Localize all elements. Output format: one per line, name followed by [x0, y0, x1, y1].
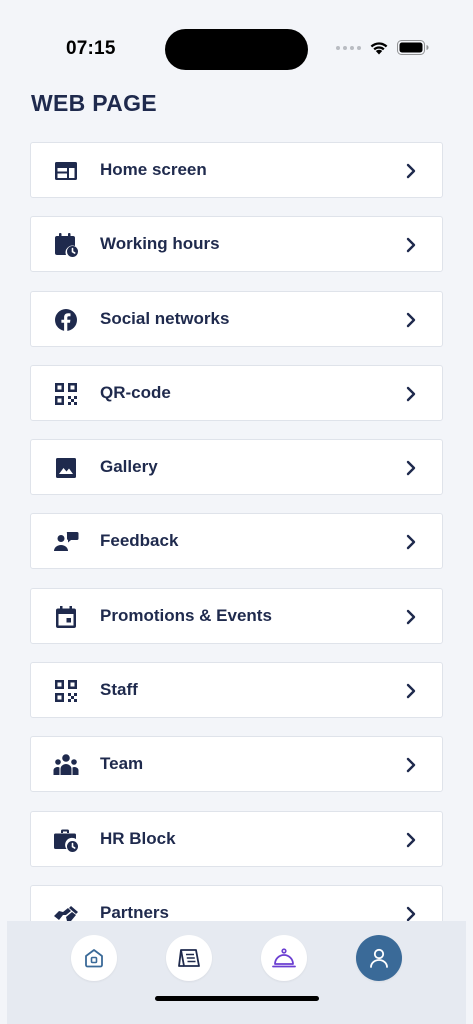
- menu-item-gallery[interactable]: Gallery: [30, 439, 443, 496]
- menu-item-label: Staff: [100, 680, 138, 700]
- menu-item-label: Partners: [100, 902, 169, 922]
- chevron-right-icon: [406, 312, 416, 327]
- nav-home-button[interactable]: [71, 935, 117, 981]
- service-bell-icon: [272, 948, 296, 968]
- chevron-right-icon: [406, 683, 416, 699]
- image-icon: [53, 455, 79, 481]
- page-title: WEB PAGE: [31, 90, 157, 116]
- event-calendar-icon: [53, 604, 79, 630]
- menu-item-qr-code[interactable]: QR-code: [30, 364, 443, 421]
- menu-item-label: Promotions & Events: [100, 605, 272, 625]
- web-page-menu: Home screen Working hours Social network…: [30, 142, 443, 959]
- menu-item-home-screen[interactable]: Home screen: [30, 142, 443, 198]
- menu-item-label: Team: [100, 754, 144, 774]
- profile-icon: [370, 948, 388, 968]
- menu-item-promotions-events[interactable]: Promotions & Events: [30, 587, 443, 644]
- menu-item-label: Gallery: [100, 457, 158, 477]
- menu-item-label: Home screen: [100, 160, 207, 179]
- chevron-right-icon: [406, 386, 416, 402]
- menu-item-hr-block[interactable]: HR Block: [30, 810, 443, 867]
- home-icon: [85, 949, 103, 968]
- menu-item-team[interactable]: Team: [30, 736, 443, 793]
- bottom-navigation: [7, 921, 466, 1024]
- menu-item-label: Feedback: [100, 531, 179, 551]
- feedback-icon: [53, 529, 79, 555]
- menu-book-icon: [178, 949, 200, 967]
- menu-item-label: HR Block: [100, 828, 176, 848]
- qr-code-icon: [53, 381, 79, 407]
- menu-item-social-networks[interactable]: Social networks: [30, 290, 443, 347]
- menu-item-label: Social networks: [100, 308, 230, 328]
- chevron-right-icon: [406, 609, 416, 624]
- home-screen-icon: [53, 158, 79, 184]
- status-bar: 07:15: [0, 0, 473, 80]
- briefcase-clock-icon: [53, 827, 79, 853]
- nav-menu-button[interactable]: [166, 935, 212, 981]
- team-icon: [53, 752, 79, 778]
- wifi-icon: [370, 42, 388, 55]
- chevron-right-icon: [406, 832, 416, 847]
- chevron-right-icon: [406, 163, 416, 179]
- qr-code-icon: [53, 678, 79, 704]
- nav-service-button[interactable]: [261, 935, 307, 981]
- menu-item-staff[interactable]: Staff: [30, 662, 443, 719]
- menu-item-label: QR-code: [100, 382, 171, 402]
- battery-icon: [397, 40, 429, 55]
- nav-profile-button[interactable]: [356, 935, 402, 981]
- menu-item-feedback[interactable]: Feedback: [30, 513, 443, 570]
- home-indicator[interactable]: [155, 996, 319, 1001]
- chevron-right-icon: [406, 758, 416, 773]
- calendar-clock-icon: [53, 232, 79, 258]
- status-time: 07:15: [66, 38, 116, 59]
- chevron-right-icon: [406, 460, 416, 476]
- menu-item-label: Working hours: [100, 234, 220, 254]
- status-icons: [336, 40, 429, 55]
- cellular-signal-icon: [336, 45, 361, 50]
- chevron-right-icon: [406, 535, 416, 550]
- chevron-right-icon: [406, 238, 416, 253]
- menu-item-working-hours[interactable]: Working hours: [30, 216, 443, 273]
- facebook-icon: [53, 307, 79, 333]
- dynamic-island: [165, 29, 308, 70]
